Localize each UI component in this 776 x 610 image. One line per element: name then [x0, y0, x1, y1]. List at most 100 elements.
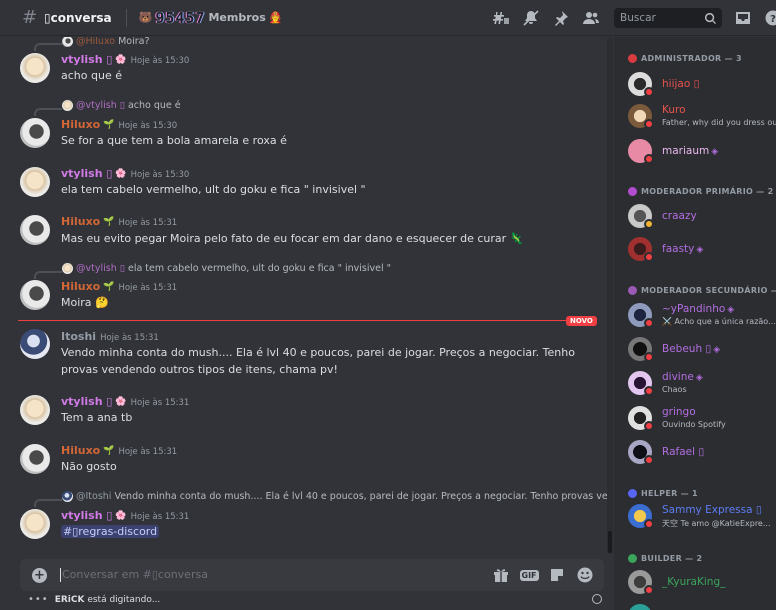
- member-item[interactable]: Rafael ▯: [628, 437, 776, 467]
- member-status-text: Chaos: [662, 385, 687, 394]
- message-username[interactable]: Hiluxo 🌱 Hoje às 15:31: [61, 215, 177, 228]
- avatar[interactable]: [20, 215, 50, 245]
- inbox-icon[interactable]: [734, 9, 752, 27]
- message-username[interactable]: vtylish ▯ 🌸 Hoje às 15:31: [61, 395, 189, 408]
- message-text: Mas eu evito pegar Moira pelo fato de eu…: [61, 232, 524, 245]
- member-item[interactable]: Kuro Father, why did you dress our: [628, 101, 776, 131]
- role-badge-icon: 🌱: [103, 120, 115, 130]
- search-input[interactable]: Buscar: [614, 8, 722, 28]
- member-name: hiijao ▯: [662, 78, 700, 90]
- reply-username[interactable]: @vtylish ▯: [76, 100, 125, 111]
- message-composer[interactable]: + Conversar em #▯conversa GIF: [20, 559, 604, 591]
- message-timestamp: Hoje às 15:31: [118, 447, 178, 457]
- reply-preview[interactable]: @Hiluxo Moira?: [62, 37, 150, 47]
- member-item[interactable]: ~yPandinho ◈ ⚔️ Acho que a única razão...: [628, 300, 776, 330]
- attach-plus-button[interactable]: +: [32, 568, 47, 583]
- composer-toolbar: GIF: [492, 566, 594, 584]
- reply-username[interactable]: @vtylish ▯: [76, 263, 125, 274]
- pin-icon[interactable]: [552, 9, 570, 27]
- member-avatar: [628, 604, 652, 610]
- message-text: Se for a que tem a bola amarela e roxa é: [61, 134, 287, 147]
- avatar[interactable]: [20, 444, 50, 474]
- emoji-icon[interactable]: [576, 566, 594, 584]
- dnd-status-icon: [644, 455, 654, 465]
- message-username[interactable]: Hiluxo 🌱 Hoje às 15:31: [61, 444, 177, 457]
- dnd-status-icon: [644, 421, 654, 431]
- reply-avatar: [62, 100, 73, 111]
- member-name: faasty ◈: [662, 243, 704, 255]
- help-icon[interactable]: ?: [764, 9, 776, 27]
- avatar[interactable]: [20, 118, 50, 148]
- message-text: #▯regras-discord: [61, 523, 160, 540]
- avatar[interactable]: [20, 329, 50, 359]
- member-item[interactable]: craazy: [628, 201, 776, 231]
- avatar[interactable]: [20, 509, 50, 539]
- gif-button[interactable]: GIF: [519, 566, 539, 584]
- text-caret: [60, 568, 61, 582]
- message-username[interactable]: Itoshi Hoje às 15:31: [61, 330, 159, 343]
- mute-bell-icon[interactable]: [522, 9, 540, 27]
- topic-emoji-left: 🐻: [138, 11, 153, 24]
- chat-scrollbar-track[interactable]: [607, 37, 613, 554]
- chat-scrollbar-thumb[interactable]: [608, 531, 612, 553]
- avatar[interactable]: [20, 53, 50, 83]
- message-input[interactable]: Conversar em #▯conversa: [62, 568, 208, 581]
- member-item[interactable]: faasty ◈: [628, 234, 776, 264]
- role-badge-icon: 🌸: [115, 55, 127, 65]
- member-item[interactable]: Bebeuh ▯ ◈: [628, 334, 776, 364]
- reply-connector: [34, 499, 62, 507]
- message-timestamp: Hoje às 15:31: [118, 283, 178, 293]
- topic-member-count: 95457: [155, 8, 206, 27]
- reply-text: Vendo minha conta do mush.... Ela é lvl …: [114, 491, 612, 502]
- message-timestamp: Hoje às 15:31: [118, 218, 178, 228]
- member-group-header: BUILDER — 2: [628, 554, 702, 563]
- member-list[interactable]: ADMINISTRADOR — 3 hiijao ▯ Kuro Father, …: [614, 37, 776, 610]
- message-list[interactable]: @Hiluxo Moira? vtylish ▯ 🌸 Hoje às 15:30 a…: [0, 37, 614, 554]
- member-item[interactable]: divine ◈ Chaos: [628, 368, 776, 398]
- member-item[interactable]: [628, 601, 776, 610]
- reply-avatar: [62, 37, 73, 47]
- avatar[interactable]: [20, 167, 50, 197]
- member-group-header: MODERADOR SECUNDÁRIO — 5: [628, 286, 776, 295]
- gift-icon[interactable]: [492, 566, 510, 584]
- member-group-header: ADMINISTRADOR — 3: [628, 54, 742, 63]
- message-timestamp: Hoje às 15:31: [130, 398, 190, 408]
- message-username[interactable]: vtylish ▯ 🌸 Hoje às 15:30: [61, 53, 189, 66]
- message-username[interactable]: Hiluxo 🌱 Hoje às 15:31: [61, 280, 177, 293]
- message-timestamp: Hoje às 15:31: [100, 333, 159, 343]
- member-item[interactable]: hiijao ▯: [628, 69, 776, 99]
- new-messages-label: NOVO: [566, 316, 597, 326]
- member-name: ~yPandinho ◈: [662, 303, 735, 315]
- message-username[interactable]: vtylish ▯ 🌸 Hoje às 15:30: [61, 167, 189, 180]
- avatar[interactable]: [20, 395, 50, 425]
- message-text: Tem a ana tb: [61, 411, 133, 424]
- booster-gem-icon: ◈: [713, 345, 721, 355]
- reply-preview[interactable]: @Itoshi Vendo minha conta do mush.... El…: [62, 491, 612, 502]
- channel-name: ▯conversa: [44, 10, 112, 25]
- message-text: ela tem cabelo vermelho, ult do goku e f…: [61, 183, 366, 196]
- member-name: _KyuraKing_: [662, 576, 726, 588]
- reply-preview[interactable]: @vtylish ▯ ela tem cabelo vermelho, ult …: [62, 263, 391, 274]
- sticker-icon[interactable]: [548, 566, 566, 584]
- message-timestamp: Hoje às 15:30: [130, 170, 190, 180]
- message-username[interactable]: vtylish ▯ 🌸 Hoje às 15:31: [61, 509, 189, 522]
- member-item[interactable]: Sammy Expressa ▯ 天空 Te amo @KatieExpre..…: [628, 501, 776, 531]
- booster-gem-icon: ◈: [727, 305, 735, 315]
- members-icon[interactable]: [582, 9, 600, 27]
- channel-mention-link[interactable]: #▯regras-discord: [61, 525, 160, 538]
- member-group-header: MODERADOR PRIMÁRIO — 2: [628, 187, 773, 196]
- dnd-status-icon: [644, 519, 654, 529]
- topic-emoji-right: 🧑‍🚒: [268, 11, 283, 24]
- reply-username[interactable]: @Hiluxo: [76, 37, 115, 47]
- message-username[interactable]: Hiluxo 🌱 Hoje às 15:30: [61, 118, 177, 131]
- member-status-text: ⚔️ Acho que a única razão...: [662, 317, 776, 326]
- avatar[interactable]: [20, 280, 50, 310]
- message-text: Não gosto: [61, 460, 117, 473]
- member-item[interactable]: mariaum ◈: [628, 136, 776, 166]
- member-name: Rafael ▯: [662, 446, 705, 458]
- reply-preview[interactable]: @vtylish ▯ acho que é: [62, 100, 181, 111]
- reply-username[interactable]: @Itoshi: [76, 491, 111, 502]
- member-item[interactable]: _KyuraKing_: [628, 567, 776, 597]
- member-item[interactable]: gringo Ouvindo Spotify: [628, 403, 776, 433]
- threads-icon[interactable]: [492, 9, 510, 27]
